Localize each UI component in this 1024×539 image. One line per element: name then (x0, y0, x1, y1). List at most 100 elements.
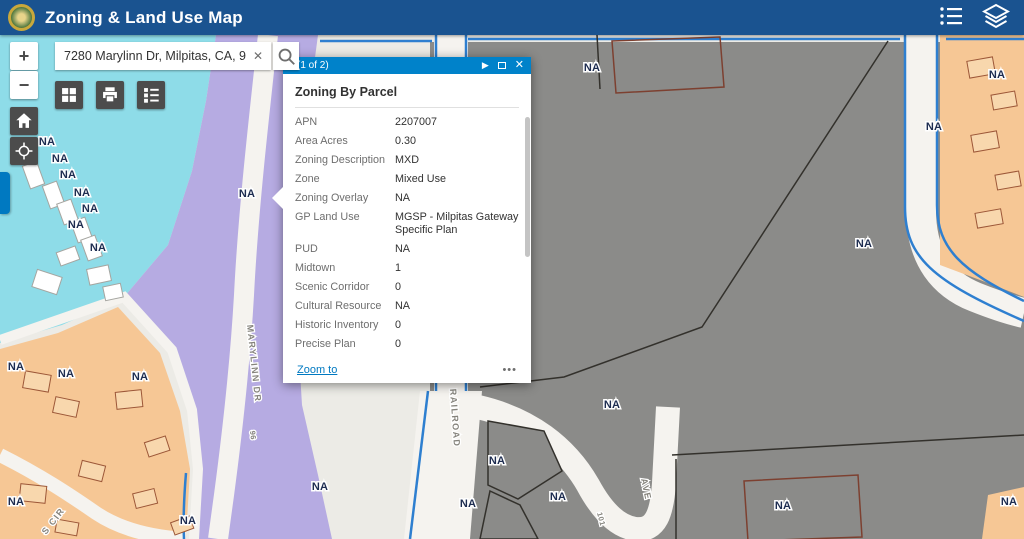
parcel-label-na: NA (68, 219, 84, 231)
popup-field-row: Scenic Corridor 0 (295, 278, 519, 297)
field-label: Zoning Overlay (295, 192, 395, 205)
popup-next-button[interactable]: ▶ (482, 61, 489, 70)
parcel-label-na: NA (926, 121, 942, 133)
field-label: Midtown (295, 262, 395, 275)
field-value: Mixed Use (395, 173, 519, 186)
parcel-label-na: NA (180, 515, 196, 527)
field-label: Cultural Resource (295, 300, 395, 313)
popup-field-row: Historic Inventory 0 (295, 316, 519, 335)
street-label-96: 96 (248, 430, 258, 440)
popup-field-row: Zoning Overlay NA (295, 189, 519, 208)
app-title: Zoning & Land Use Map (45, 8, 243, 28)
popup-field-row: Precise Plan 0 (295, 335, 519, 354)
grid-icon (59, 85, 79, 105)
search-bar: ✕ (55, 42, 299, 70)
legend-button[interactable] (137, 81, 165, 109)
field-value: NA (395, 192, 519, 205)
popup-field-row: Midtown 1 (295, 259, 519, 278)
parcel-label-na: NA (132, 371, 148, 383)
locate-button[interactable] (10, 137, 38, 165)
city-seal-logo (8, 4, 35, 31)
search-clear-button[interactable]: ✕ (247, 42, 269, 70)
header-icons (936, 0, 1024, 35)
zoom-out-button[interactable]: − (10, 71, 38, 99)
legend-icon (141, 85, 161, 105)
field-value: NA (395, 243, 519, 256)
crosshair-icon (14, 141, 34, 161)
zoom-in-button[interactable]: + (10, 42, 38, 70)
parcel-label-na: NA (82, 203, 98, 215)
field-value: 0 (395, 281, 519, 294)
field-label: APN (295, 116, 395, 129)
popup-footer: Zoom to ••• (283, 361, 531, 379)
parcel-label-na: NA (1001, 496, 1017, 508)
popup-close-button[interactable]: ✕ (515, 60, 524, 71)
field-value: NA (395, 300, 519, 313)
popup-pointer (272, 187, 283, 209)
search-button[interactable] (273, 42, 299, 70)
side-panel-handle[interactable] (0, 172, 10, 214)
app-window: Zoning & Land Use Map (0, 0, 1024, 539)
parcel-label-na: NA (239, 188, 255, 200)
field-value: 0 (395, 338, 519, 351)
parcel-label-na: NA (39, 136, 55, 148)
popup-fields: APN 2207007 Area Acres 0.30 Zoning Descr… (295, 113, 519, 354)
feature-popup: (1 of 2) ▶ ✕ Zoning By Parcel APN 220700… (283, 57, 531, 383)
field-label: GP Land Use (295, 211, 395, 237)
legend-list-button[interactable] (936, 0, 966, 35)
layers-button[interactable] (980, 0, 1012, 35)
home-icon (14, 111, 34, 131)
popup-field-row: Zoning Description MXD (295, 151, 519, 170)
popup-field-row: Area Acres 0.30 (295, 132, 519, 151)
field-value: 1 (395, 262, 519, 275)
popup-field-row: Cultural Resource NA (295, 297, 519, 316)
parcel-label-na: NA (550, 491, 566, 503)
parcel-label-na: NA (74, 187, 90, 199)
popup-scrollbar[interactable] (525, 117, 530, 257)
app-header: Zoning & Land Use Map (0, 0, 1024, 35)
print-button[interactable] (96, 81, 124, 109)
parcel-label-na: NA (90, 242, 106, 254)
popup-field-row: PUD NA (295, 240, 519, 259)
popup-title: Zoning By Parcel (295, 82, 519, 108)
popup-maximize-button[interactable] (498, 62, 506, 69)
parcel-label-na: NA (604, 399, 620, 411)
parcel-label-na: NA (856, 238, 872, 250)
search-icon (275, 45, 297, 67)
popup-body: Zoning By Parcel APN 2207007 Area Acres … (283, 74, 531, 363)
parcel-label-na: NA (460, 498, 476, 510)
parcel-label-na: NA (775, 500, 791, 512)
home-button[interactable] (10, 107, 38, 135)
parcel-label-na: NA (312, 481, 328, 493)
field-label: Historic Inventory (295, 319, 395, 332)
zoom-to-link[interactable]: Zoom to (297, 364, 337, 376)
field-label: PUD (295, 243, 395, 256)
parcel-label-na: NA (8, 496, 24, 508)
popup-more-button[interactable]: ••• (502, 364, 517, 376)
popup-titlebar[interactable]: (1 of 2) ▶ ✕ (283, 57, 531, 74)
popup-pagination: (1 of 2) (297, 60, 329, 71)
printer-icon (100, 85, 120, 105)
field-value: MGSP - Milpitas Gateway Specific Plan (395, 211, 519, 237)
search-input[interactable] (55, 42, 271, 70)
parcel-label-na: NA (989, 69, 1005, 81)
maximize-icon (498, 62, 506, 69)
field-value: 0 (395, 319, 519, 332)
field-value: MXD (395, 154, 519, 167)
field-value: 0.30 (395, 135, 519, 148)
list-icon (938, 4, 964, 28)
field-label: Zone (295, 173, 395, 186)
popup-field-row: APN 2207007 (295, 113, 519, 132)
parcel-label-na: NA (584, 62, 600, 74)
parcel-label-na: NA (60, 169, 76, 181)
field-label: Scenic Corridor (295, 281, 395, 294)
layers-icon (982, 2, 1010, 30)
field-value: 2207007 (395, 116, 519, 129)
parcel-label-na: NA (52, 153, 68, 165)
parcel-label-na: NA (489, 455, 505, 467)
popup-field-row: GP Land Use MGSP - Milpitas Gateway Spec… (295, 208, 519, 240)
field-label: Precise Plan (295, 338, 395, 351)
parcel-label-na: NA (58, 368, 74, 380)
parcel-label-na: NA (8, 361, 24, 373)
basemap-gallery-button[interactable] (55, 81, 83, 109)
